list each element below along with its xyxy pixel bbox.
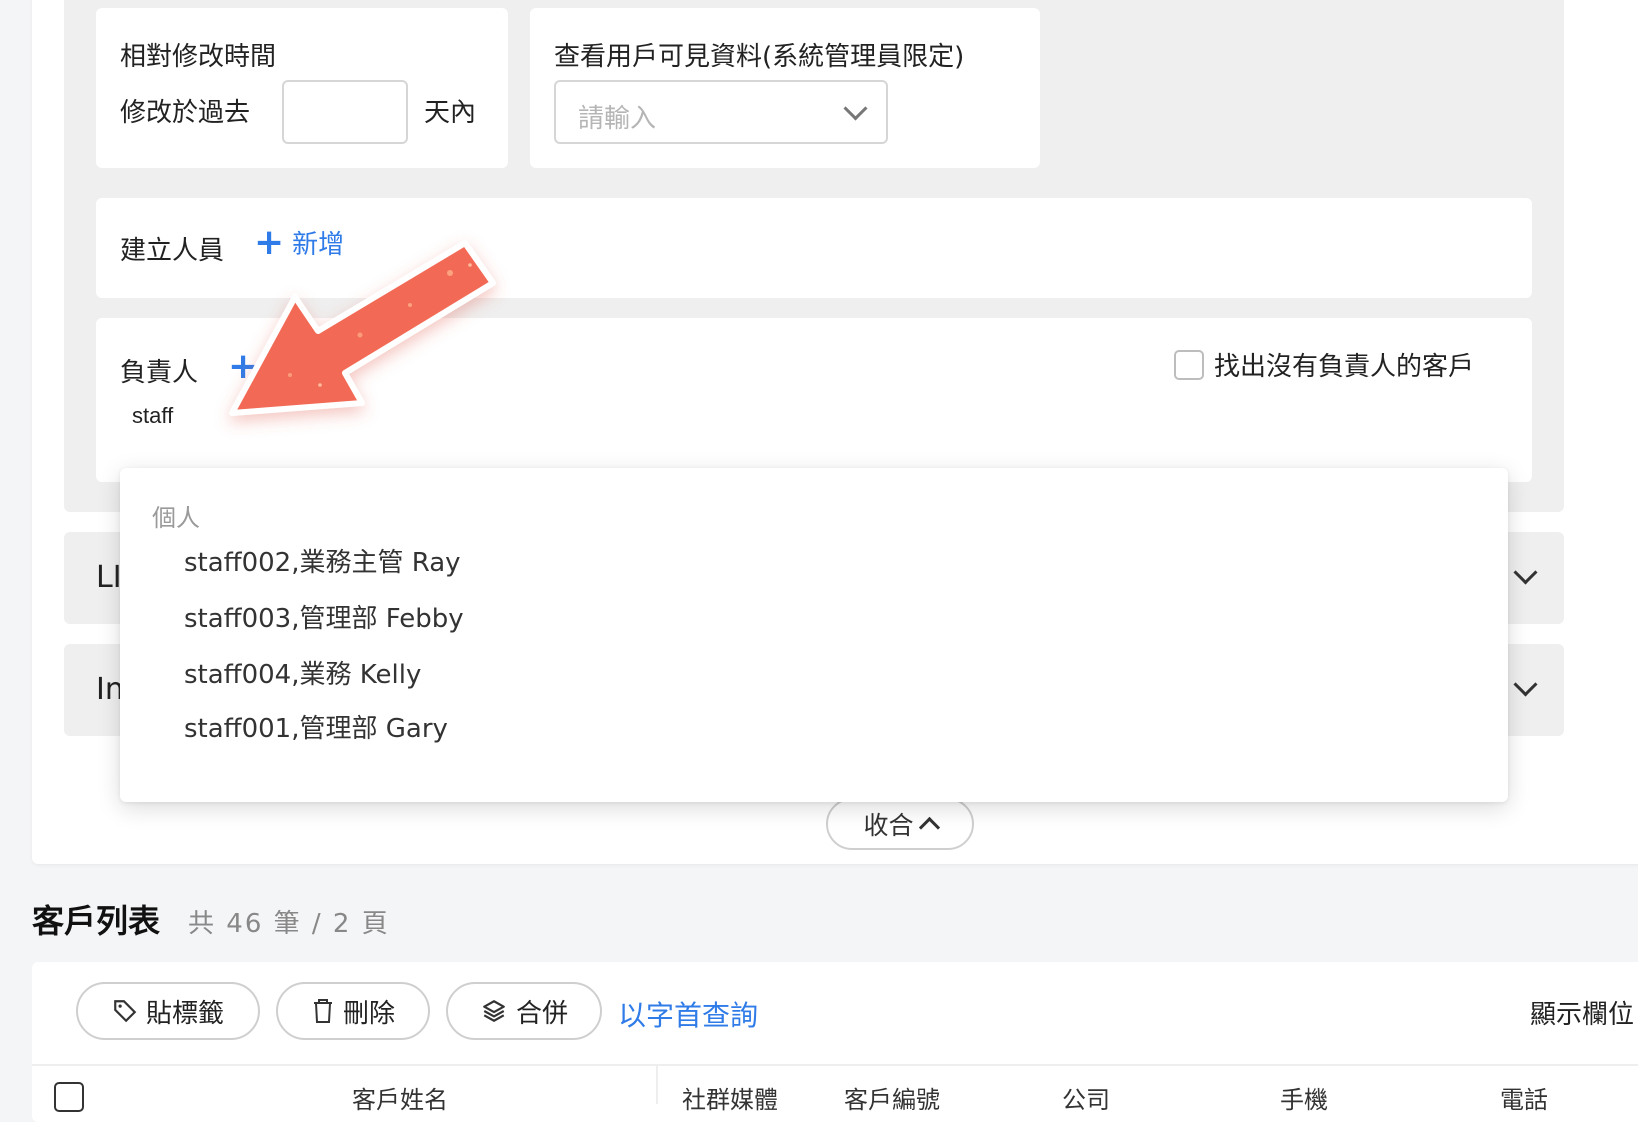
dropdown-option[interactable]: staff003,管理部 Febby (184, 598, 464, 635)
column-header[interactable]: 公司 (1062, 1080, 1110, 1115)
layers-icon (483, 1000, 505, 1022)
collapse-button[interactable]: 收合 (826, 798, 974, 850)
select-all-checkbox[interactable] (54, 1082, 84, 1112)
collapse-label: 收合 (863, 811, 914, 840)
dropdown-group-label: 個人 (152, 504, 200, 532)
tag-button-label: 貼標籤 (145, 998, 224, 1029)
tag-button[interactable]: 貼標籤 (76, 982, 260, 1040)
dropdown-option[interactable]: staff004,業務 Kelly (184, 654, 421, 691)
merge-button[interactable]: 合併 (446, 982, 602, 1040)
relative-time-prefix: 修改於過去 (120, 98, 251, 128)
collapsed-row-label: LI (96, 560, 122, 595)
column-header[interactable]: 手機 (1280, 1080, 1328, 1115)
column-header[interactable]: 社群媒體 (682, 1080, 778, 1115)
chevron-down-icon (1513, 672, 1538, 697)
no-owner-option[interactable]: 找出沒有負責人的客戶 (1174, 346, 1474, 383)
owner-dropdown: 個人 staff002,業務主管 Ray staff003,管理部 Febby … (120, 468, 1508, 802)
chevron-down-icon (1513, 560, 1538, 585)
column-header[interactable]: 客戶編號 (844, 1080, 940, 1115)
no-owner-label: 找出沒有負責人的客戶 (1214, 352, 1475, 382)
delete-button[interactable]: 刪除 (276, 982, 430, 1040)
customer-list-title: 客戶列表 (32, 902, 161, 940)
customer-list-header: 客戶列表 共 46 筆 / 2 頁 (32, 896, 390, 942)
dropdown-option[interactable]: staff001,管理部 Gary (184, 708, 448, 745)
relative-time-suffix: 天內 (424, 98, 477, 128)
show-columns-button[interactable]: 顯示欄位 (1530, 994, 1634, 1031)
visible-data-title: 查看用戶可見資料(系統管理員限定) (554, 42, 965, 72)
customer-list-summary: 共 46 筆 / 2 頁 (188, 909, 390, 939)
arrow-annotation (229, 240, 496, 416)
tag-icon (114, 1000, 137, 1023)
delete-button-label: 刪除 (342, 998, 395, 1029)
visible-data-filter: 查看用戶可見資料(系統管理員限定) 請輸入 (530, 8, 1040, 168)
customer-list-card (32, 962, 1638, 1122)
days-input[interactable] (282, 80, 408, 144)
chevron-down-icon (843, 96, 868, 121)
chevron-up-icon (918, 816, 940, 838)
table-divider (32, 1064, 1638, 1066)
visible-data-placeholder: 請輸入 (578, 104, 657, 134)
column-header[interactable]: 客戶姓名 (352, 1080, 448, 1115)
trash-icon (313, 999, 332, 1023)
column-divider (656, 1064, 658, 1104)
relative-time-filter: 相對修改時間 修改於過去 天內 (96, 8, 508, 168)
initial-search-link[interactable]: 以字首查詢 (618, 994, 758, 1034)
relative-time-title: 相對修改時間 (120, 42, 277, 72)
dropdown-option[interactable]: staff002,業務主管 Ray (184, 542, 461, 579)
owner-label: 負責人 (120, 358, 199, 388)
visible-data-select[interactable]: 請輸入 (554, 80, 888, 144)
column-header[interactable]: 電話 (1500, 1080, 1548, 1115)
no-owner-checkbox[interactable] (1174, 349, 1204, 380)
merge-button-label: 合併 (515, 998, 568, 1029)
